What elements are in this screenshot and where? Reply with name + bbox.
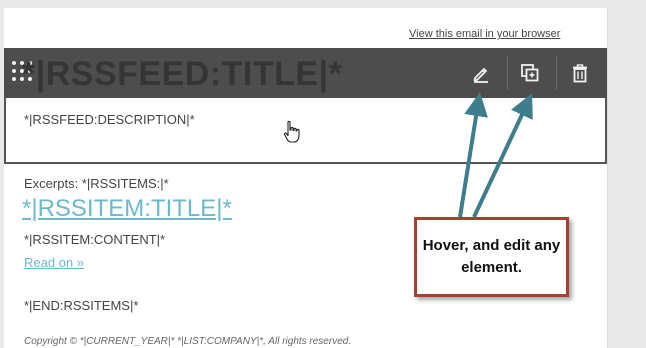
excerpts-label: Excerpts: *|RSSITEMS:|* [24, 176, 169, 191]
delete-button[interactable] [561, 48, 599, 98]
hand-cursor-icon [283, 120, 300, 143]
toolbar-separator [507, 56, 508, 90]
read-on-link[interactable]: Read on » [24, 255, 84, 270]
pencil-icon [473, 68, 488, 83]
copyright-text: Copyright © *|CURRENT_YEAR|* *|LIST:COMP… [24, 336, 352, 347]
rss-item-content: *|RSSITEM:CONTENT|* [24, 232, 166, 247]
duplicate-icon [521, 64, 539, 82]
rss-feed-description: *|RSSFEED:DESCRIPTION|* [24, 112, 195, 127]
edit-button[interactable] [462, 48, 500, 98]
view-in-browser-link[interactable]: View this email in your browser [409, 28, 560, 40]
rss-feed-title: *|RSSFEED:TITLE|* [22, 55, 343, 93]
email-editor-canvas: View this email in your browser *|RSSFEE… [0, 0, 646, 348]
end-rss-items: *|END:RSSITEMS|* [24, 298, 139, 313]
rss-item-title-link[interactable]: *|RSSITEM:TITLE|* [22, 195, 232, 223]
duplicate-button[interactable] [511, 48, 549, 98]
hover-edit-callout: Hover, and edit any element. [414, 217, 569, 297]
toolbar-separator [556, 56, 557, 90]
callout-text: Hover, and edit any element. [422, 237, 561, 276]
trash-icon [573, 64, 587, 83]
